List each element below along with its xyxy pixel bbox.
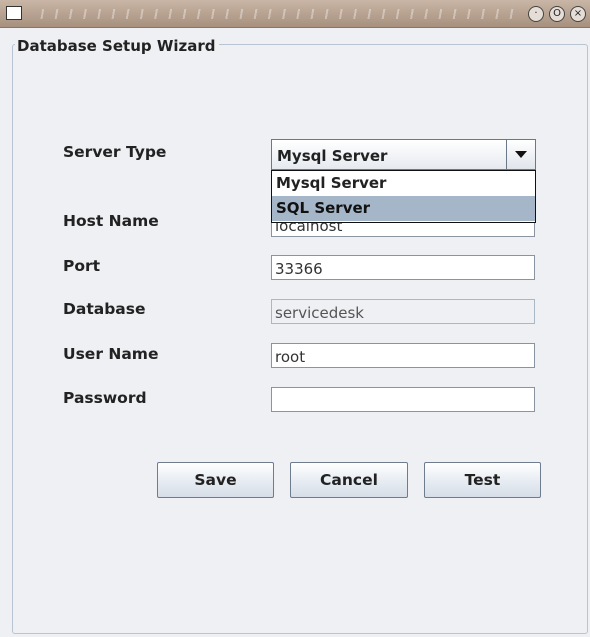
port-input[interactable]: 33366 xyxy=(271,255,535,280)
option-sql-server[interactable]: SQL Server xyxy=(272,196,535,221)
option-mysql-server[interactable]: Mysql Server xyxy=(272,171,535,196)
title-bar-texture xyxy=(30,9,520,19)
cancel-button[interactable]: Cancel xyxy=(290,462,408,498)
test-button[interactable]: Test xyxy=(424,462,541,498)
server-type-label: Server Type xyxy=(63,143,167,161)
window-menu-icon[interactable] xyxy=(6,6,22,20)
database-input: servicedesk xyxy=(271,299,535,324)
maximize-button[interactable]: O xyxy=(549,6,565,22)
host-name-label: Host Name xyxy=(63,212,159,230)
password-label: Password xyxy=(63,389,147,407)
password-input[interactable] xyxy=(271,387,535,412)
dropdown-arrow-button[interactable] xyxy=(506,140,535,169)
group-title: Database Setup Wizard xyxy=(15,37,219,55)
server-type-options-list: Mysql Server SQL Server xyxy=(271,170,536,223)
window-content: Database Setup Wizard xyxy=(6,28,590,637)
database-label: Database xyxy=(63,300,146,318)
title-bar: · O × xyxy=(0,0,590,28)
setup-group-panel: Database Setup Wizard xyxy=(12,37,588,634)
minimize-button[interactable]: · xyxy=(528,6,544,22)
port-label: Port xyxy=(63,257,101,275)
save-button[interactable]: Save xyxy=(157,462,274,498)
server-type-dropdown[interactable]: Mysql Server xyxy=(271,139,536,170)
user-name-input[interactable]: root xyxy=(271,343,535,368)
server-type-selected: Mysql Server xyxy=(277,147,388,165)
user-name-label: User Name xyxy=(63,345,159,363)
chevron-down-icon xyxy=(515,151,527,158)
close-button[interactable]: × xyxy=(570,6,586,22)
